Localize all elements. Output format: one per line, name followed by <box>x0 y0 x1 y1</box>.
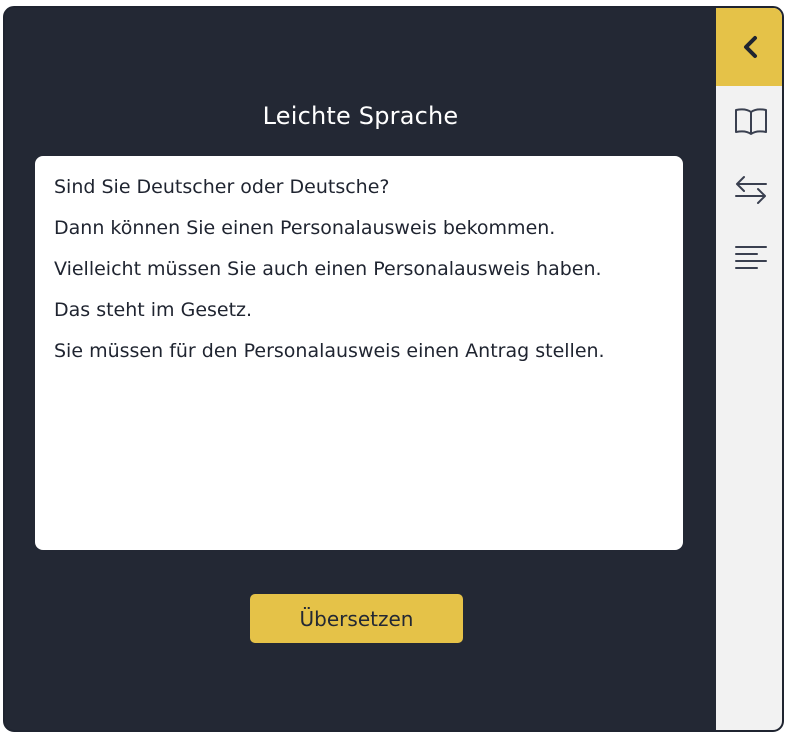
text-format-button[interactable] <box>716 235 782 279</box>
text-paragraph: Das steht im Gesetz. <box>54 299 253 321</box>
main-panel: Leichte Sprache Sind Sie Deutscher oder … <box>5 8 716 730</box>
sidebar <box>716 8 782 730</box>
text-paragraph: Vielleicht müssen Sie auch einen Persona… <box>54 258 602 280</box>
text-paragraph: Sind Sie Deutscher oder Deutsche? <box>54 176 390 198</box>
text-panel: Sind Sie Deutscher oder Deutsche? Dann k… <box>35 156 683 550</box>
collapse-sidebar-button[interactable] <box>716 8 782 86</box>
swap-language-button[interactable] <box>716 168 782 212</box>
text-align-left-icon <box>735 246 767 269</box>
chevron-left-icon <box>744 36 757 58</box>
swap-arrows-icon <box>735 176 767 204</box>
panel-title: Leichte Sprache <box>262 102 459 130</box>
easy-language-window: Leichte Sprache Sind Sie Deutscher oder … <box>3 6 784 732</box>
dictionary-button[interactable] <box>716 99 782 143</box>
text-paragraph: Sie müssen für den Personalausweis einen… <box>54 340 605 362</box>
book-icon <box>735 108 767 135</box>
translate-button[interactable]: Übersetzen <box>250 594 463 643</box>
text-paragraph: Dann können Sie einen Personalausweis be… <box>54 217 556 239</box>
